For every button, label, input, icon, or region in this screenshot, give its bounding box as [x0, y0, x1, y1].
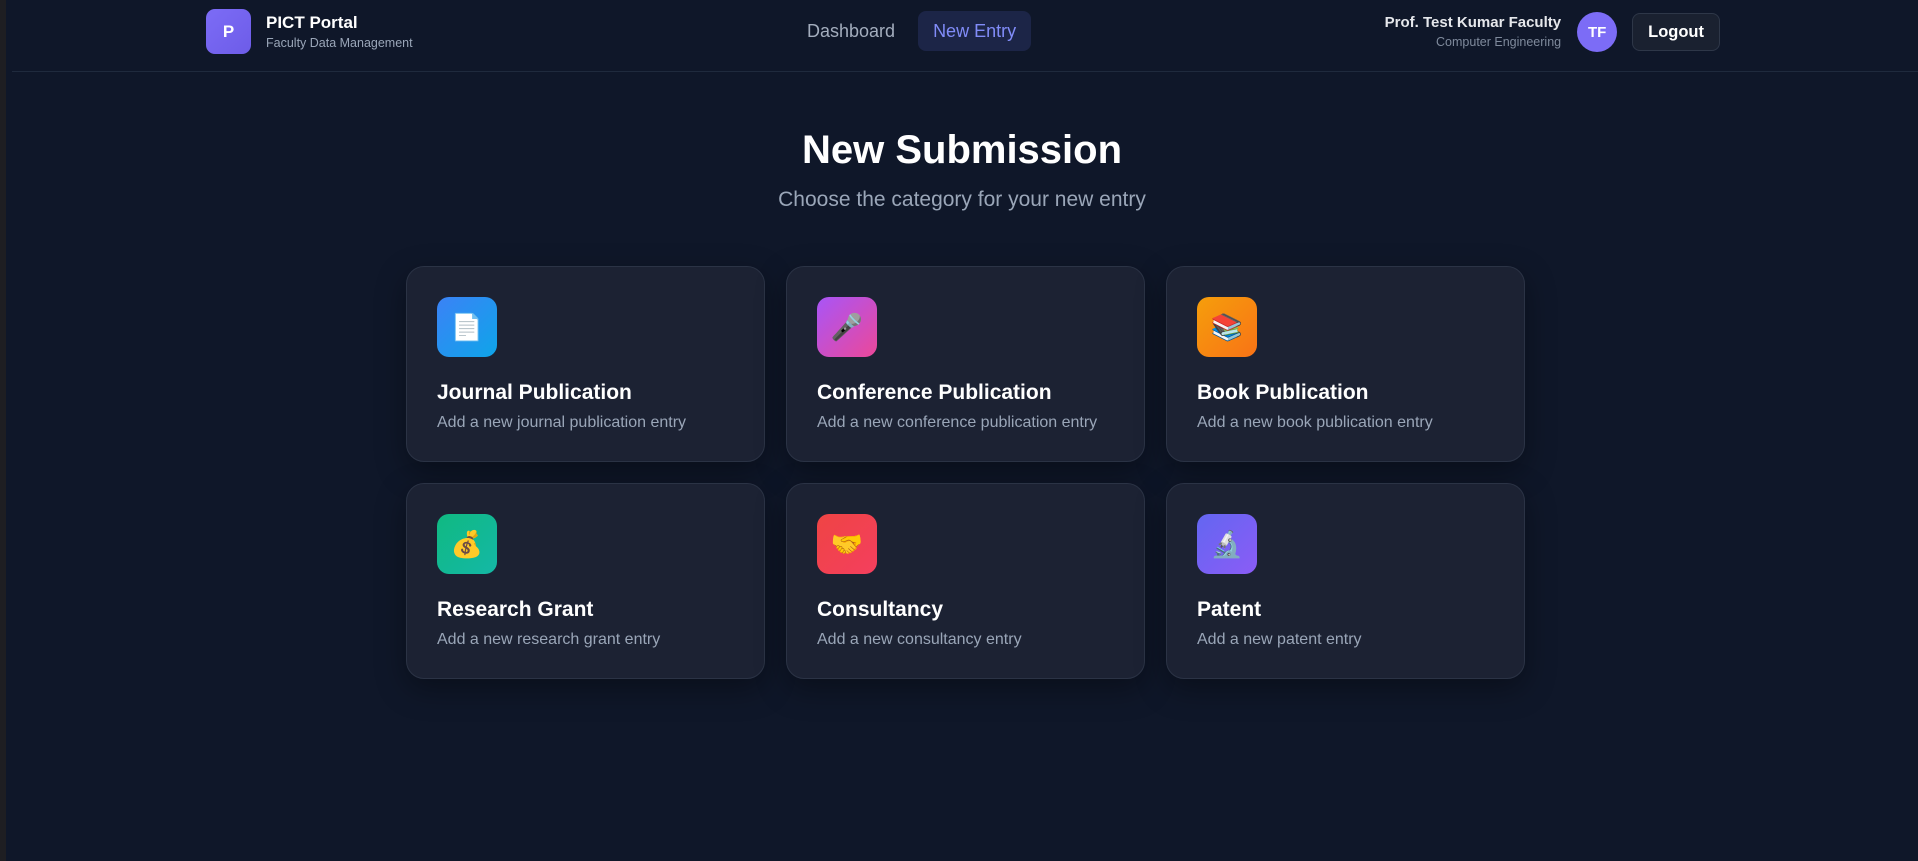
brand[interactable]: P PICT Portal Faculty Data Management: [206, 9, 413, 54]
books-icon: 📚: [1197, 297, 1257, 357]
card-title: Consultancy: [817, 598, 944, 621]
page-title: New Submission: [801, 128, 1123, 172]
nav-dashboard[interactable]: Dashboard: [792, 11, 910, 51]
app-window: P PICT Portal Faculty Data Management Da…: [0, 0, 1918, 861]
card-book-publication[interactable]: 📚 Book Publication Add a new book public…: [1166, 266, 1525, 462]
avatar[interactable]: TF: [1577, 12, 1618, 52]
card-patent[interactable]: 🔬 Patent Add a new patent entry: [1166, 483, 1525, 679]
category-grid: 📄 Journal Publication Add a new journal …: [406, 266, 1525, 679]
nav-new-entry[interactable]: New Entry: [918, 11, 1032, 51]
card-journal-publication[interactable]: 📄 Journal Publication Add a new journal …: [406, 266, 765, 462]
user-info: Prof. Test Kumar Faculty Computer Engine…: [1385, 14, 1561, 50]
card-description: Add a new journal publication entry: [437, 414, 687, 431]
top-navbar: P PICT Portal Faculty Data Management Da…: [12, 0, 1918, 72]
card-title: Book Publication: [1197, 381, 1369, 404]
microphone-icon: 🎤: [817, 297, 877, 357]
handshake-icon: 🤝: [817, 514, 877, 574]
brand-logo: P: [206, 9, 251, 54]
brand-title: PICT Portal: [266, 12, 358, 32]
card-research-grant[interactable]: 💰 Research Grant Add a new research gran…: [406, 483, 765, 679]
main-nav: Dashboard New Entry: [792, 11, 1032, 51]
microscope-icon: 🔬: [1197, 514, 1257, 574]
card-title: Research Grant: [437, 598, 594, 621]
card-description: Add a new consultancy entry: [817, 631, 1022, 648]
document-icon: 📄: [437, 297, 497, 357]
brand-text: PICT Portal Faculty Data Management: [266, 13, 413, 51]
card-title: Journal Publication: [437, 381, 632, 404]
card-description: Add a new patent entry: [1197, 631, 1362, 648]
user-name: Prof. Test Kumar Faculty: [1384, 14, 1562, 31]
card-description: Add a new conference publication entry: [817, 414, 1098, 431]
card-conference-publication[interactable]: 🎤 Conference Publication Add a new confe…: [786, 266, 1145, 462]
card-title: Patent: [1197, 598, 1262, 621]
user-area: Prof. Test Kumar Faculty Computer Engine…: [1385, 12, 1720, 52]
card-description: Add a new research grant entry: [437, 631, 661, 648]
card-consultancy[interactable]: 🤝 Consultancy Add a new consultancy entr…: [786, 483, 1145, 679]
user-department: Computer Engineering: [1436, 35, 1562, 49]
card-title: Conference Publication: [817, 381, 1052, 404]
brand-subtitle: Faculty Data Management: [266, 35, 413, 50]
money-bag-icon: 💰: [437, 514, 497, 574]
card-description: Add a new book publication entry: [1197, 414, 1433, 431]
page-subtitle: Choose the category for your new entry: [778, 188, 1146, 211]
logout-button[interactable]: Logout: [1632, 13, 1720, 51]
